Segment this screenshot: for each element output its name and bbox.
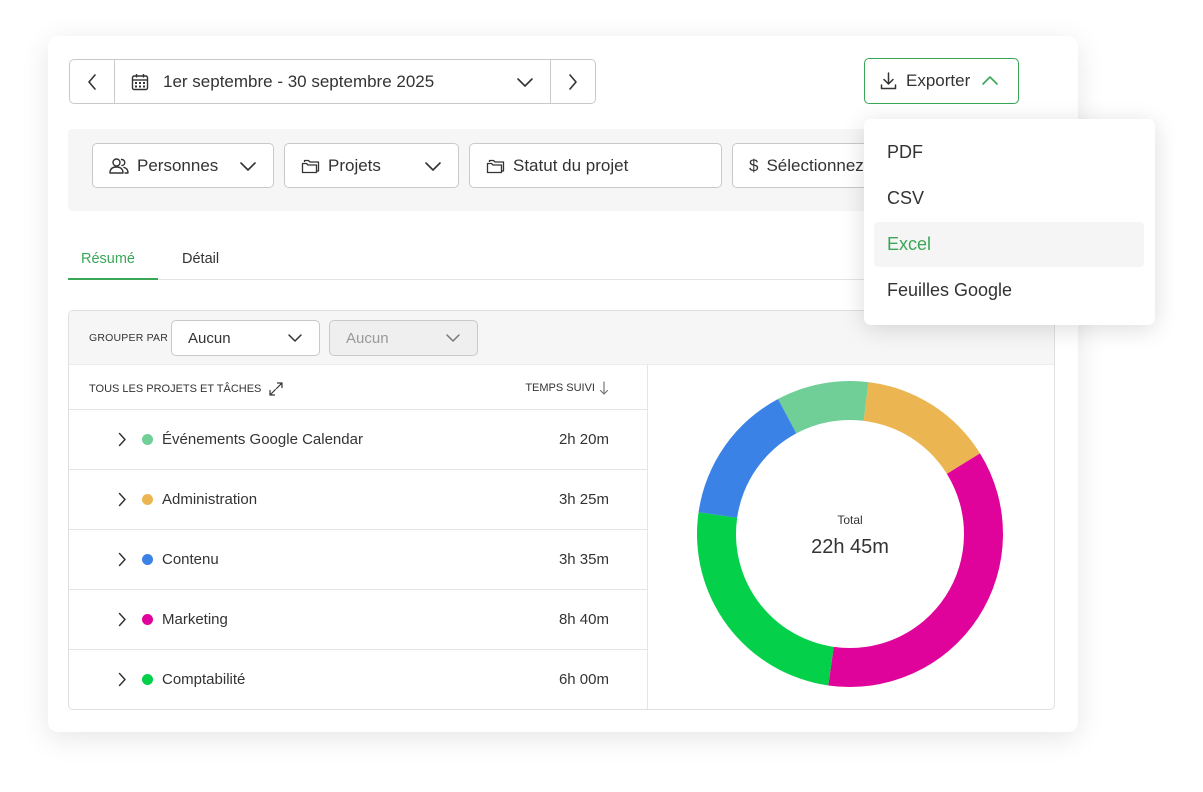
tab-summary[interactable]: Résumé	[68, 244, 158, 280]
tab-detail-label: Détail	[182, 251, 220, 267]
column-projects: TOUS LES PROJETS ET TÂCHES	[89, 381, 284, 397]
chevron-right-icon[interactable]	[117, 672, 127, 687]
chevron-down-icon	[288, 334, 302, 342]
donut-slice-1[interactable]	[863, 382, 980, 474]
users-icon	[109, 157, 129, 174]
project-name: Comptabilité	[162, 671, 246, 688]
project-time: 2h 20m	[558, 431, 609, 448]
group-by-select-secondary[interactable]: Aucun	[329, 320, 478, 356]
project-time: 6h 00m	[558, 671, 609, 688]
chevron-left-icon	[88, 73, 96, 90]
table-body: Événements Google Calendar 2h 20m Administ…	[69, 410, 647, 709]
filter-bar: Personnes Projets Statut du projet $ Sél…	[68, 129, 868, 211]
date-range-label: 1er septembre - 30 septembre 2025	[163, 71, 435, 91]
table-row[interactable]: Événements Google Calendar 2h 20m	[69, 410, 647, 470]
chart-total-label: Total	[837, 513, 862, 527]
group-by-label: GROUPER PAR	[89, 332, 169, 344]
filter-billable[interactable]: $ Sélectionnez	[732, 143, 868, 188]
project-time: 8h 40m	[558, 611, 609, 628]
group-by-secondary-value: Aucun	[346, 329, 389, 347]
chevron-right-icon[interactable]	[117, 432, 127, 447]
export-option-excel[interactable]: Excel	[874, 222, 1144, 267]
project-color-dot	[142, 554, 153, 565]
tab-summary-label: Résumé	[81, 251, 135, 267]
filter-billable-label: Sélectionnez	[766, 155, 864, 175]
next-period-button[interactable]	[550, 60, 595, 103]
arrow-down-icon	[599, 381, 609, 395]
chevron-down-icon	[425, 161, 441, 171]
report-panel: GROUPER PAR Aucun Aucun TOUS LES PROJETS…	[68, 310, 1055, 710]
date-range-dropdown[interactable]: 1er septembre - 30 septembre 2025	[115, 60, 550, 103]
tab-detail[interactable]: Détail	[182, 244, 219, 280]
group-by-select-primary[interactable]: Aucun	[171, 320, 320, 356]
donut-chart: Total 22h 45m	[697, 381, 1003, 687]
folder-icon	[301, 159, 320, 173]
export-option-google-sheets[interactable]: Feuilles Google	[874, 268, 1144, 313]
export-label: Exporter	[906, 71, 971, 90]
table-header: TOUS LES PROJETS ET TÂCHES TEMPS SUIVI	[69, 365, 647, 410]
project-name: Événements Google Calendar	[162, 431, 363, 448]
donut-slice-4[interactable]	[698, 399, 797, 518]
chevron-right-icon[interactable]	[117, 612, 127, 627]
download-icon	[880, 72, 897, 90]
chevron-down-icon	[240, 161, 256, 171]
filter-projects-label: Projets	[328, 155, 381, 175]
chevron-up-icon	[982, 76, 999, 85]
dollar-icon: $	[749, 155, 759, 175]
folder-icon	[486, 159, 505, 173]
export-option-csv-label: CSV	[887, 188, 925, 208]
project-color-dot	[142, 494, 153, 505]
column-projects-label: TOUS LES PROJETS ET TÂCHES	[89, 383, 262, 395]
column-time-tracked[interactable]: TEMPS SUIVI	[525, 381, 609, 395]
table-row[interactable]: Administration 3h 25m	[69, 470, 647, 530]
export-option-pdf-label: PDF	[887, 142, 923, 162]
chart-total-value: 22h 45m	[811, 536, 889, 558]
filter-project-status[interactable]: Statut du projet	[469, 143, 722, 188]
chevron-right-icon[interactable]	[117, 552, 127, 567]
project-color-dot	[142, 434, 153, 445]
previous-period-button[interactable]	[70, 60, 115, 103]
date-range-picker: 1er septembre - 30 septembre 2025	[69, 59, 596, 104]
group-by-primary-value: Aucun	[188, 329, 231, 347]
project-name: Contenu	[162, 551, 219, 568]
filter-people[interactable]: Personnes	[92, 143, 274, 188]
calendar-icon	[131, 73, 149, 90]
filter-projects[interactable]: Projets	[284, 143, 459, 188]
export-option-google-sheets-label: Feuilles Google	[887, 280, 1013, 300]
project-name: Administration	[162, 491, 258, 508]
donut-chart-area: Total 22h 45m	[649, 365, 1054, 709]
export-dropdown: PDF CSV Excel Feuilles Google	[864, 119, 1155, 325]
filter-people-label: Personnes	[137, 155, 219, 175]
project-color-dot	[142, 674, 153, 685]
project-time: 3h 25m	[558, 491, 609, 508]
chevron-down-icon	[446, 334, 460, 342]
chevron-right-icon	[569, 73, 577, 90]
export-option-pdf[interactable]: PDF	[874, 130, 1144, 175]
project-name: Marketing	[162, 611, 228, 628]
filter-project-status-label: Statut du projet	[513, 155, 629, 175]
column-time-label: TEMPS SUIVI	[525, 382, 595, 394]
table-row[interactable]: Contenu 3h 35m	[69, 530, 647, 590]
table-row[interactable]: Marketing 8h 40m	[69, 590, 647, 650]
expand-icon[interactable]	[268, 381, 284, 397]
project-color-dot	[142, 614, 153, 625]
chevron-right-icon[interactable]	[117, 492, 127, 507]
donut-slice-2[interactable]	[828, 453, 1003, 687]
projects-table: TOUS LES PROJETS ET TÂCHES TEMPS SUIVI É…	[69, 365, 648, 709]
project-time: 3h 35m	[558, 551, 609, 568]
table-row[interactable]: Comptabilité 6h 00m	[69, 650, 647, 709]
chevron-down-icon	[517, 77, 533, 87]
export-option-excel-label: Excel	[887, 234, 932, 254]
export-button[interactable]: Exporter	[864, 58, 1019, 104]
export-option-csv[interactable]: CSV	[874, 176, 1144, 221]
